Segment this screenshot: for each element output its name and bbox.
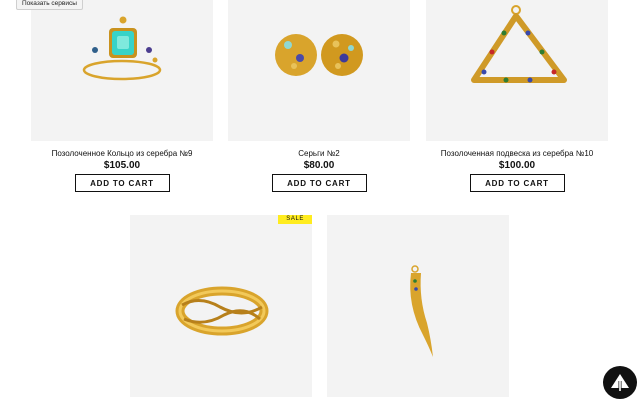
add-to-cart-button[interactable]: ADD TO CART bbox=[469, 174, 565, 192]
product-card-band-ring: SALE bbox=[130, 215, 312, 397]
product-card-pendant-10: Позолоченная подвеска из серебра №10 $10… bbox=[426, 0, 608, 192]
sale-badge: SALE bbox=[278, 215, 312, 224]
product-image[interactable]: SALE bbox=[130, 215, 312, 397]
product-name[interactable]: Позолоченная подвеска из серебра №10 bbox=[426, 149, 608, 158]
product-image[interactable] bbox=[426, 0, 608, 141]
scroll-to-top-button[interactable] bbox=[603, 366, 637, 399]
product-card-horn-pendant bbox=[327, 215, 509, 397]
add-to-cart-button[interactable]: ADD TO CART bbox=[271, 174, 367, 192]
product-price: $80.00 bbox=[303, 160, 335, 171]
product-card-earrings-2: Серьги №2 $80.00 ADD TO CART bbox=[228, 0, 410, 192]
gold-band-ring-icon bbox=[175, 286, 269, 336]
emerald-ring-icon bbox=[82, 16, 162, 81]
product-image[interactable] bbox=[228, 0, 410, 141]
product-image[interactable] bbox=[31, 0, 213, 141]
product-name[interactable]: Серьги №2 bbox=[228, 149, 410, 158]
horn-pendant-icon bbox=[410, 265, 433, 357]
stud-earrings-icon bbox=[275, 34, 363, 76]
add-to-cart-button[interactable]: ADD TO CART bbox=[74, 174, 170, 192]
product-name[interactable]: Позолоченное Кольцо из серебра №9 bbox=[31, 149, 213, 158]
arrow-up-icon bbox=[611, 374, 629, 391]
product-price: $105.00 bbox=[103, 160, 141, 171]
services-tooltip: Показать сервисы bbox=[16, 0, 83, 10]
product-price: $100.00 bbox=[498, 160, 536, 171]
product-card-ring-9: Позолоченное Кольцо из серебра №9 $105.0… bbox=[31, 0, 213, 192]
product-image[interactable] bbox=[327, 215, 509, 397]
triangle-pendant-icon bbox=[471, 5, 567, 83]
